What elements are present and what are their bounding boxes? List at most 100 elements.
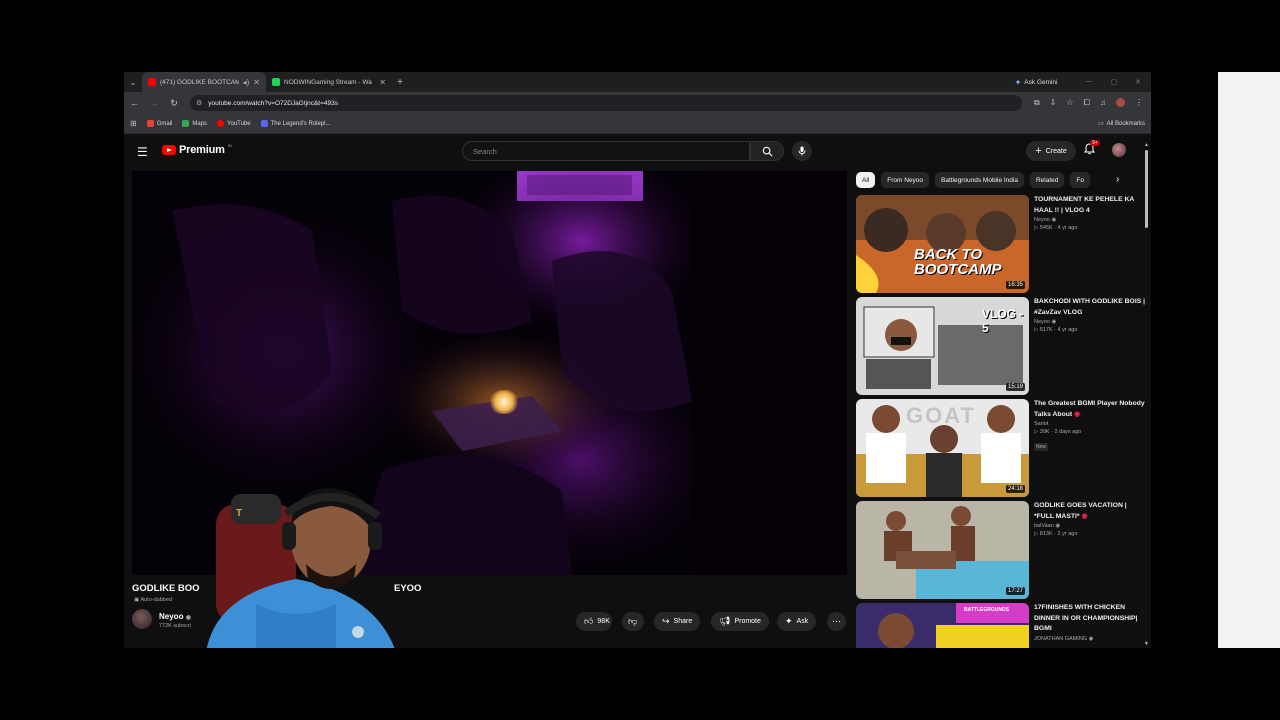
- create-button[interactable]: + Create: [1026, 141, 1076, 161]
- maximize-icon[interactable]: ▢: [1111, 78, 1118, 86]
- minimize-icon[interactable]: —: [1086, 78, 1093, 86]
- dislike-button[interactable]: 👎︎: [622, 612, 644, 631]
- rec-thumbnail[interactable]: 17:27: [856, 501, 1029, 599]
- create-label: Create: [1045, 147, 1067, 155]
- tab-audio-icon[interactable]: ◂): [243, 78, 250, 87]
- address-bar[interactable]: ⚙ youtube.com/watch?v=O72DJaGtjnc&t=493s: [190, 95, 1022, 111]
- youtube-premium-logo[interactable]: Premium IN: [162, 142, 232, 156]
- rec-title[interactable]: BAKCHODI WITH GODLIKE BOIS | #ZavZav VLO…: [1034, 297, 1146, 318]
- bookmarks-bar: ⊞ Gmail Maps YouTube The Legend's Rolepl…: [124, 114, 1151, 134]
- emoji-icon: ◉: [1074, 410, 1080, 418]
- rec-meta: ▷ 813K · 2 yr ago: [1034, 531, 1078, 537]
- logo-text: Premium: [179, 144, 225, 156]
- tab-close-icon[interactable]: ✕: [379, 78, 386, 87]
- channel-name[interactable]: Neyoo ◉: [159, 612, 191, 621]
- rec-duration: 16:35: [1005, 281, 1025, 289]
- rec-channel[interactable]: Neyoo ◉: [1034, 217, 1146, 223]
- thumbnail-bootcamp: [856, 195, 1029, 293]
- rec-item[interactable]: VLOG - 5 15:19 BAKCHODI WITH GODLIKE BOI…: [856, 297, 1146, 395]
- scrollbar-thumb[interactable]: [1145, 150, 1148, 228]
- rec-item[interactable]: BATTLEGROUNDS 17FINISHES WITH CHICKEN DI…: [856, 603, 1146, 648]
- media-controls-icon[interactable]: ♫: [1100, 98, 1106, 108]
- rec-title[interactable]: TOURNAMENT KE PEHELE KA HAAL !! | VLOG 4: [1034, 195, 1146, 216]
- extensions-icon[interactable]: ⧠: [1084, 98, 1090, 108]
- tab-close-icon[interactable]: ✕: [253, 78, 260, 87]
- search-button[interactable]: [750, 141, 784, 161]
- rec-channel-text: JONATHAN GAMING: [1034, 635, 1088, 642]
- install-app-icon[interactable]: ⇩: [1050, 98, 1057, 108]
- rec-info: The Greatest BGMI Player Nobody Talks Ab…: [1034, 399, 1146, 453]
- rec-thumbnail[interactable]: BATTLEGROUNDS: [856, 603, 1029, 648]
- rec-title[interactable]: GODLIKE GOES VACATION | *FULL MASTI* ◉: [1034, 501, 1146, 522]
- promote-button[interactable]: 📢︎ Promote: [711, 612, 769, 631]
- ask-gemini-button[interactable]: ✦ Ask Gemini: [1015, 78, 1058, 87]
- all-bookmarks[interactable]: ▭ All Bookmarks: [1098, 120, 1145, 128]
- rec-thumbnail[interactable]: VLOG - 5 15:19: [856, 297, 1029, 395]
- ask-button[interactable]: ✦ Ask: [777, 612, 817, 631]
- new-tab-icon[interactable]: +: [392, 77, 408, 88]
- chip-related[interactable]: Related: [1029, 172, 1065, 188]
- chip-from-neyoo[interactable]: From Neyoo: [881, 172, 929, 188]
- rec-age: 4 yr ago: [1057, 327, 1078, 333]
- rec-info: 17FINISHES WITH CHICKEN DINNER IN OR CHA…: [1034, 603, 1146, 642]
- translate-icon[interactable]: ⧉: [1034, 98, 1040, 108]
- bookmark-gmail[interactable]: Gmail: [146, 120, 172, 127]
- thumbnail-text: VLOG - 5: [982, 307, 1024, 335]
- rec-thumbnail[interactable]: BACK TO BOOTCAMP 16:35: [856, 195, 1029, 293]
- page-scrollbar[interactable]: ▲ ▼: [1144, 142, 1149, 647]
- channel-avatar[interactable]: [132, 609, 152, 629]
- thumbnail-vacation: [856, 501, 1029, 599]
- site-info-icon[interactable]: ⚙: [196, 99, 202, 107]
- video-title: GODLIKE BOO EYOO: [132, 583, 421, 594]
- menu-hamburger-icon[interactable]: ☰: [137, 145, 148, 159]
- webcam-overlay: T: [206, 488, 395, 648]
- more-actions-button[interactable]: ⋯: [827, 612, 846, 631]
- voice-search-button[interactable]: [792, 141, 812, 161]
- rec-channel[interactable]: Neyoo ◉: [1034, 319, 1146, 325]
- chip-more[interactable]: Fo: [1070, 172, 1090, 188]
- like-button[interactable]: 👍︎ 98K: [576, 612, 612, 631]
- scroll-down-icon[interactable]: ▼: [1144, 641, 1149, 647]
- account-avatar[interactable]: [1112, 143, 1126, 157]
- reload-icon[interactable]: ↻: [170, 98, 178, 109]
- apps-grid-icon[interactable]: ⊞: [130, 119, 137, 128]
- rec-thumbnail[interactable]: GOAT 24:18: [856, 399, 1029, 497]
- tab-nodwin[interactable]: NODWINGaming Stream - Wa ✕: [266, 72, 392, 92]
- tab-title: NODWINGaming Stream - Wa: [284, 78, 372, 86]
- bookmark-youtube[interactable]: YouTube: [217, 120, 251, 127]
- chips-next-chevron-icon[interactable]: ›: [1116, 174, 1119, 185]
- bookmark-maps[interactable]: Maps: [182, 120, 207, 127]
- tab-search-dropdown-icon[interactable]: ⌄: [124, 78, 142, 87]
- rec-item[interactable]: BACK TO BOOTCAMP 16:35 TOURNAMENT KE PEH…: [856, 195, 1146, 293]
- back-icon[interactable]: ←: [130, 98, 139, 108]
- ask-gemini-label: Ask Gemini: [1024, 78, 1058, 86]
- bookmark-legends[interactable]: The Legend's Rolepl...: [260, 120, 330, 127]
- tab-youtube[interactable]: (471) GODLIKE BOOTCAMP ◂) ✕: [142, 72, 266, 92]
- share-button[interactable]: ↪ Share: [654, 612, 701, 631]
- bookmark-star-icon[interactable]: ☆: [1066, 98, 1073, 108]
- new-badge: New: [1034, 443, 1049, 451]
- rec-meta: ▷ 545K · 4 yr ago: [1034, 225, 1078, 231]
- scroll-up-icon[interactable]: ▲: [1144, 142, 1149, 148]
- forward-icon[interactable]: →: [150, 98, 159, 108]
- rec-item[interactable]: GOAT 24:18 The Greatest BGMI Player Nobo…: [856, 399, 1146, 497]
- rec-age: 4 yr ago: [1057, 225, 1078, 231]
- rec-item[interactable]: 17:27 GODLIKE GOES VACATION | *FULL MAST…: [856, 501, 1146, 599]
- rec-meta: ▷ 517K · 4 yr ago: [1034, 327, 1078, 333]
- legends-icon: [260, 120, 268, 127]
- chip-bgmi[interactable]: Battlegrounds Mobile India: [935, 172, 1024, 188]
- search-input[interactable]: Search: [462, 141, 750, 161]
- verified-icon: ◉: [1055, 523, 1061, 529]
- rec-channel[interactable]: Sariot: [1034, 421, 1146, 427]
- rec-title[interactable]: The Greatest BGMI Player Nobody Talks Ab…: [1034, 399, 1146, 420]
- rec-title-text: The Greatest BGMI Player Nobody Talks Ab…: [1034, 400, 1145, 418]
- close-window-icon[interactable]: ✕: [1135, 78, 1141, 86]
- chip-all[interactable]: All: [856, 172, 876, 188]
- logo-country: IN: [227, 142, 232, 148]
- rec-title[interactable]: 17FINISHES WITH CHICKEN DINNER IN OR CHA…: [1034, 603, 1146, 635]
- rec-channel[interactable]: JONATHAN GAMING ◉: [1034, 636, 1146, 642]
- toolbar-icons: ⧉ ⇩ ☆ ⧠ ♫ ⋮: [1034, 98, 1143, 108]
- rec-channel[interactable]: halVaan ◉: [1034, 523, 1146, 529]
- profile-avatar-icon[interactable]: [1116, 98, 1125, 107]
- menu-kebab-icon[interactable]: ⋮: [1135, 98, 1143, 108]
